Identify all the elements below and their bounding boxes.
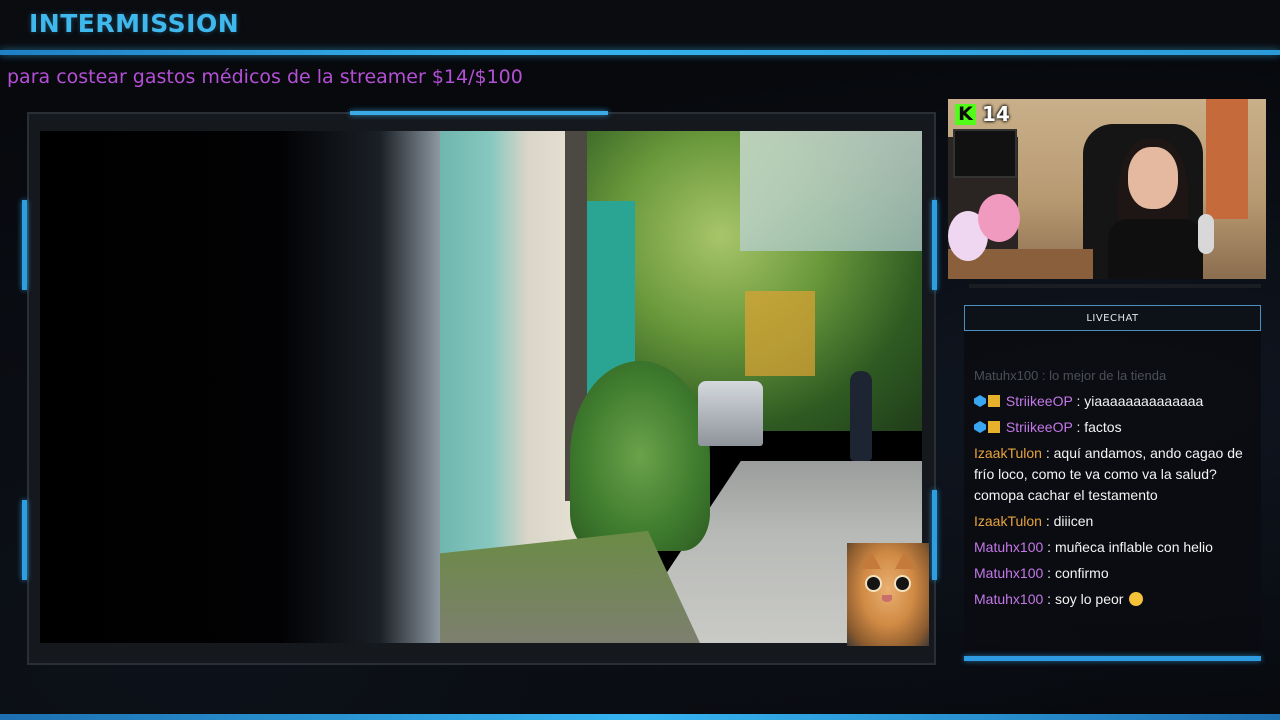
video-sky	[740, 131, 922, 251]
webcam-streamer-face	[1128, 147, 1178, 209]
video-bush	[570, 361, 710, 551]
chat-username[interactable]: Matuhx100	[974, 539, 1043, 555]
chat-message: IzaakTulon : aquí andamos, ando cagao de…	[974, 443, 1256, 506]
chat-text: : confirmo	[1043, 565, 1109, 581]
webcam-divider	[969, 284, 1261, 288]
cat-ear-left	[861, 551, 881, 569]
rolling-laughing-emoji-icon	[1129, 592, 1144, 606]
chat-username[interactable]: IzaakTulon	[974, 445, 1042, 461]
chat-faded-message: Matuhx100 : lo mejor de la tienda	[974, 368, 1167, 382]
chat-header: LIVECHAT	[964, 305, 1261, 331]
video-person	[850, 371, 872, 461]
chat-text: : yiaaaaaaaaaaaaaa	[1072, 393, 1204, 409]
video-sign	[745, 291, 815, 376]
bits-icon	[974, 395, 986, 407]
donation-ticker: para costear gastos médicos de la stream…	[7, 66, 523, 88]
chat-divider-bottom	[964, 656, 1261, 661]
chat-message: StriikeeOP : yiaaaaaaaaaaaaaa	[974, 391, 1256, 412]
video-player[interactable]	[40, 131, 922, 643]
chat-username[interactable]: IzaakTulon	[974, 513, 1042, 529]
header-divider	[0, 50, 1280, 55]
chat-message: Matuhx100 : confirmo	[974, 563, 1256, 584]
video-car	[698, 381, 763, 446]
video-dark-foreground	[40, 131, 440, 643]
footer-divider	[0, 714, 1280, 720]
cat-eye-right	[894, 575, 911, 592]
frame-accent-left-lower	[22, 500, 27, 580]
webcam-monitor	[953, 129, 1017, 178]
chat-text: : muñeca inflable con helio	[1043, 539, 1213, 555]
webcam-door	[1206, 99, 1248, 219]
frame-accent-right-upper	[932, 200, 937, 290]
bits-icon	[974, 421, 986, 433]
chat-message: StriikeeOP : factos	[974, 417, 1256, 438]
cat-overlay-image	[847, 543, 929, 646]
cat-eye-left	[865, 575, 882, 592]
kick-logo-icon: K	[955, 103, 976, 125]
frame-accent-left-upper	[22, 200, 27, 290]
viewer-count: 14	[982, 102, 1010, 126]
webcam-streamer-body	[1108, 219, 1203, 279]
chat-text: : soy lo peor	[1043, 591, 1128, 607]
cat-ear-right	[895, 551, 915, 569]
frame-accent-top	[350, 111, 608, 115]
viewer-count-badge: K 14	[955, 102, 1010, 126]
crown-icon	[988, 395, 1000, 407]
header-bar: INTERMISSION	[0, 0, 1280, 52]
chat-message: Matuhx100 : muñeca inflable con helio	[974, 537, 1256, 558]
chat-username[interactable]: Matuhx100	[974, 565, 1043, 581]
frame-accent-right-lower	[932, 490, 937, 580]
chat-username[interactable]: StriikeeOP	[1006, 419, 1073, 435]
crown-icon	[988, 421, 1000, 433]
page-title: INTERMISSION	[29, 9, 240, 38]
chat-message: IzaakTulon : diiicen	[974, 511, 1256, 532]
chat-text: : factos	[1072, 419, 1122, 435]
webcam-feed	[948, 99, 1266, 279]
webcam-plush-pink	[978, 194, 1020, 242]
chat-text: : diiicen	[1041, 513, 1094, 529]
chat-message: Matuhx100 : soy lo peor	[974, 589, 1256, 610]
chat-username[interactable]: Matuhx100	[974, 591, 1043, 607]
cat-nose	[882, 595, 892, 602]
webcam-microphone	[1198, 214, 1214, 254]
chat-username[interactable]: StriikeeOP	[1006, 393, 1073, 409]
